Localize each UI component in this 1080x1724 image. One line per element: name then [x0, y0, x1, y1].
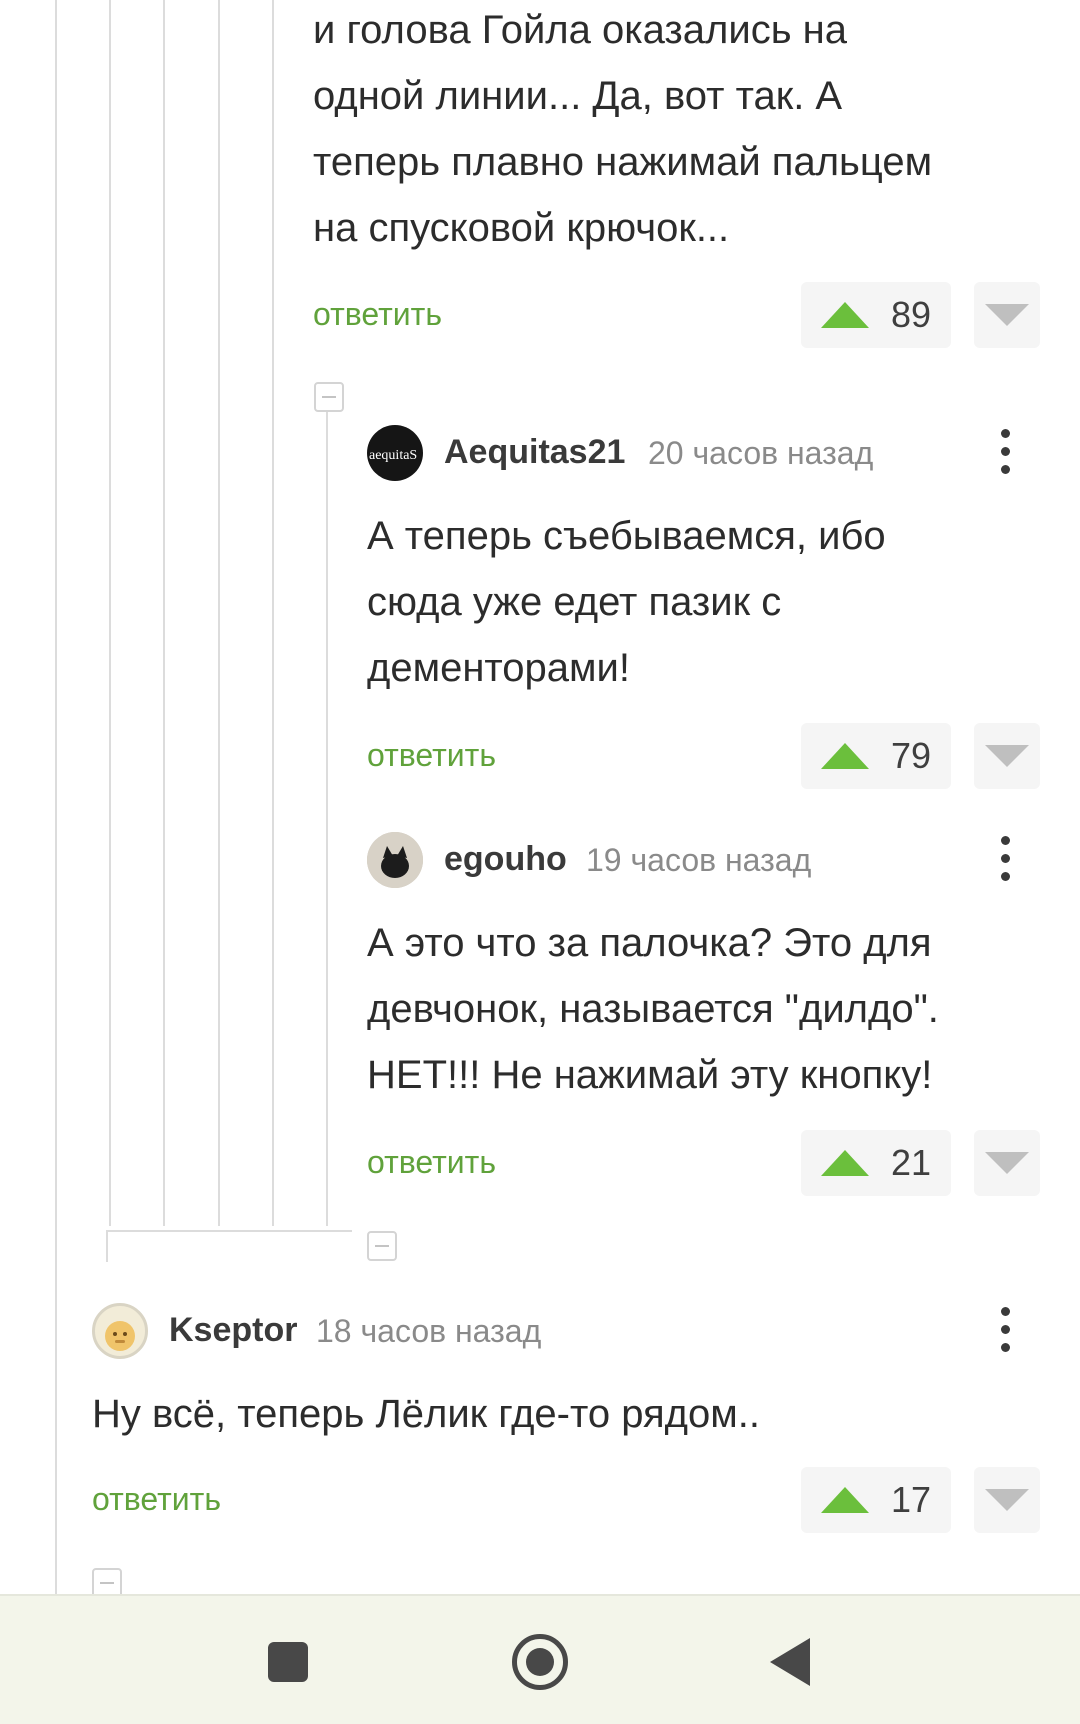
comment-text: А теперь съебываемся, ибо сюда уже едет … — [367, 514, 886, 690]
upvote-button[interactable]: 17 — [801, 1467, 951, 1533]
comment-time: 20 часов назад — [648, 435, 874, 471]
upvote-icon — [820, 1150, 869, 1176]
reply-button[interactable]: ответить — [92, 1481, 221, 1518]
downvote-icon — [985, 745, 1029, 767]
downvote-button[interactable] — [974, 282, 1040, 348]
system-nav-bar — [0, 1594, 1080, 1724]
reply-button[interactable]: ответить — [367, 737, 496, 774]
comment-text: Ну всё, теперь Лёлик где-то рядом.. — [92, 1392, 760, 1436]
thread-line — [109, 0, 111, 1226]
more-icon[interactable] — [999, 836, 1011, 882]
downvote-button[interactable] — [974, 1467, 1040, 1533]
upvote-icon — [820, 1487, 869, 1513]
thread-line — [55, 0, 57, 1594]
downvote-icon — [985, 1489, 1029, 1511]
upvote-icon — [820, 302, 869, 328]
comment-time: 19 часов назад — [586, 842, 812, 878]
vote-count: 89 — [890, 294, 932, 335]
nav-home-icon[interactable] — [512, 1634, 568, 1690]
comments-page: и голова Гойла оказались на одной линии.… — [0, 0, 1080, 1724]
vote-count: 79 — [890, 735, 932, 776]
thread-line — [272, 0, 274, 1226]
avatar[interactable] — [92, 1303, 148, 1359]
collapse-icon[interactable] — [314, 382, 344, 412]
reply-button[interactable]: ответить — [367, 1144, 496, 1181]
avatar[interactable] — [367, 832, 423, 888]
thread-line — [106, 1230, 352, 1232]
reply-button[interactable]: ответить — [313, 296, 442, 333]
upvote-button[interactable]: 89 — [801, 282, 951, 348]
author-name[interactable]: Kseptor — [169, 1311, 297, 1350]
comment-text: А это что за палочка? Это для девчонок, … — [367, 921, 939, 1097]
author-name[interactable]: egouho — [444, 840, 567, 879]
downvote-icon — [985, 304, 1029, 326]
upvote-icon — [820, 743, 869, 769]
author-name[interactable]: Aequitas21 — [444, 433, 625, 472]
thread-line — [106, 1232, 108, 1262]
nav-recents-icon[interactable] — [268, 1642, 308, 1682]
collapse-icon[interactable] — [367, 1231, 397, 1261]
more-icon[interactable] — [999, 429, 1011, 475]
thread-line — [326, 412, 328, 1226]
thread-line — [163, 0, 165, 1226]
downvote-icon — [985, 1152, 1029, 1174]
nav-back-icon[interactable] — [770, 1638, 810, 1686]
downvote-button[interactable] — [974, 1130, 1040, 1196]
vote-count: 17 — [890, 1479, 932, 1520]
svg-text:aequitaS: aequitaS — [369, 448, 417, 463]
avatar[interactable]: aequitaS — [367, 425, 423, 481]
thread-line — [218, 0, 220, 1226]
comment-text: и голова Гойла оказались на одной линии.… — [313, 8, 933, 250]
upvote-button[interactable]: 79 — [801, 723, 951, 789]
downvote-button[interactable] — [974, 723, 1040, 789]
more-icon[interactable] — [999, 1307, 1011, 1353]
comment-time: 18 часов назад — [316, 1313, 542, 1349]
vote-count: 21 — [890, 1142, 932, 1183]
upvote-button[interactable]: 21 — [801, 1130, 951, 1196]
